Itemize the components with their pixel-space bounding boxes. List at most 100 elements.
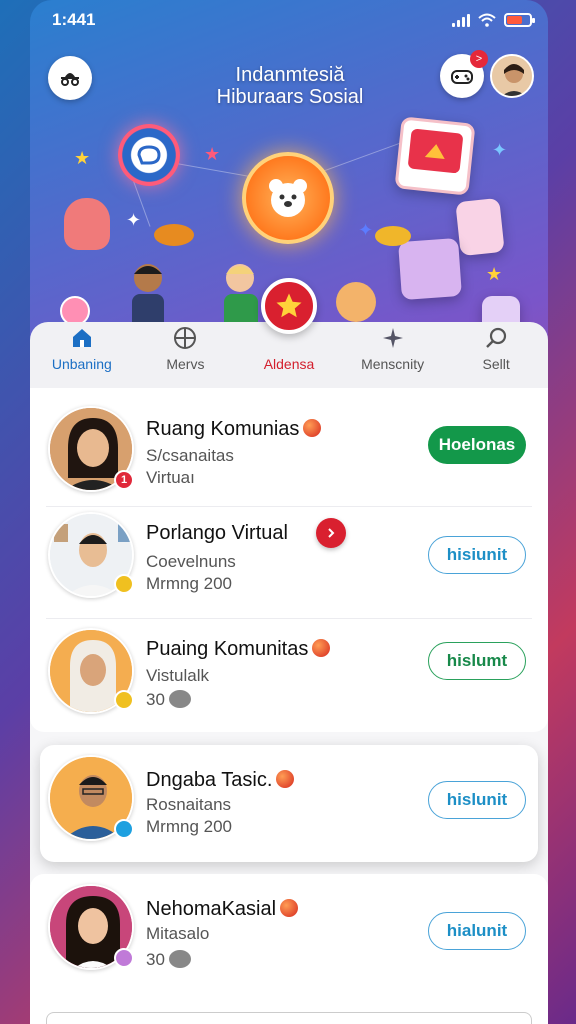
row-meta: 30 bbox=[146, 690, 191, 710]
open-arrow-button[interactable] bbox=[316, 518, 346, 548]
row-title: NehomaKasial bbox=[146, 898, 299, 921]
ufo-sticker bbox=[375, 226, 411, 246]
row-title: Puaing Komunitas bbox=[146, 638, 331, 661]
row-action-button[interactable]: hislunit bbox=[428, 781, 526, 819]
grid-icon bbox=[174, 327, 197, 349]
status-bar: 1:441 bbox=[30, 0, 548, 40]
status-badge: 1 bbox=[114, 470, 134, 490]
list-card: 1 Ruang Komunias S/csanaitas Virtuaı Hoe… bbox=[30, 388, 548, 732]
page-title-line2: Hiburaars Sosial bbox=[216, 86, 364, 108]
sparkle-icon: ★ bbox=[204, 144, 221, 164]
row-action-button[interactable]: hisiunit bbox=[428, 536, 526, 574]
row-meta-text: 30 bbox=[146, 690, 165, 709]
tab-menus[interactable]: Mervs bbox=[137, 326, 233, 372]
list-item[interactable]: NehomaKasial Mitasalo 30 hialunit bbox=[30, 874, 548, 986]
gamepad-icon bbox=[451, 70, 473, 84]
row-action-button[interactable]: hislumt bbox=[428, 642, 526, 680]
tab-community[interactable]: Menscnity bbox=[345, 326, 441, 372]
status-time: 1:441 bbox=[52, 10, 96, 29]
sparkle-icon: ✦ bbox=[358, 220, 374, 240]
tab-label: Mervs bbox=[166, 356, 205, 372]
notification-badge: > bbox=[470, 50, 488, 68]
row-subtitle: S/csanaitas bbox=[146, 446, 234, 465]
status-badge bbox=[114, 574, 134, 594]
status-badge bbox=[114, 948, 134, 968]
sticker-icon bbox=[168, 690, 191, 708]
tab-label: Unbaning bbox=[51, 356, 112, 372]
kid-figure-icon bbox=[132, 264, 164, 330]
page-title-line1: Indanmtesiă bbox=[235, 64, 345, 86]
row-title-text: Ruang Komunias bbox=[146, 418, 300, 440]
list-card-highlighted[interactable]: Dngaba Tasic. Rosnaitans Mrmng 200 hislu… bbox=[40, 745, 538, 862]
row-title: Ruang Komunias bbox=[146, 418, 322, 441]
row-title: Dngaba Tasic. bbox=[146, 769, 295, 792]
avatar-person-icon bbox=[492, 56, 532, 96]
sticker-icon bbox=[168, 950, 191, 968]
page-title: Indanmtesiă Hiburaars Sosial bbox=[160, 64, 420, 108]
chevron-right-icon bbox=[328, 528, 335, 538]
row-title-text: NehomaKasial bbox=[146, 898, 277, 920]
row-action-button[interactable]: hialunit bbox=[428, 912, 526, 950]
user-avatar[interactable] bbox=[490, 54, 534, 98]
row-title: Porlango Virtual bbox=[146, 522, 288, 544]
chat-logo-icon bbox=[137, 145, 161, 165]
row-subtitle: Vistulalk bbox=[146, 666, 209, 685]
emoji-icon bbox=[276, 770, 295, 788]
incognito-icon bbox=[61, 73, 79, 86]
row-subtitle: Rosnaitans bbox=[146, 795, 232, 814]
mascot-icon bbox=[242, 152, 334, 244]
bottom-input-edge bbox=[46, 1012, 532, 1024]
row-meta: Virtuaı bbox=[146, 468, 195, 487]
tab-featured[interactable]: Aldensa bbox=[241, 278, 337, 372]
status-icons bbox=[452, 13, 535, 27]
list-item[interactable]: Puaing Komunitas Vistulalk 30 hislumt bbox=[30, 620, 548, 732]
sparkle-icon: ★ bbox=[74, 148, 91, 168]
tab-bar: Unbaning Mervs Aldensa Menscnity Sellt bbox=[30, 278, 548, 388]
emoji-icon bbox=[280, 899, 299, 917]
tab-label: Sellt bbox=[482, 356, 510, 372]
play-panel bbox=[407, 128, 464, 174]
play-icon bbox=[424, 144, 445, 160]
tab-home[interactable]: Unbaning bbox=[34, 326, 130, 372]
row-meta: Mrmng 200 bbox=[146, 817, 232, 836]
sparkle-icon: ✦ bbox=[126, 210, 142, 230]
row-meta-text: 30 bbox=[146, 950, 165, 969]
list-item[interactable]: Dngaba Tasic. Rosnaitans Mrmng 200 hislu… bbox=[40, 745, 538, 857]
battery-icon bbox=[504, 13, 535, 27]
community-list: 1 Ruang Komunias S/csanaitas Virtuaı Hoe… bbox=[30, 388, 548, 1024]
sparkle-icon: ✦ bbox=[492, 140, 508, 160]
social-app-icon bbox=[118, 124, 180, 186]
signal-icon bbox=[452, 13, 470, 27]
row-meta: 30 bbox=[146, 950, 191, 970]
emoji-icon bbox=[312, 639, 331, 657]
status-badge bbox=[114, 690, 134, 710]
list-item[interactable]: 1 Ruang Komunias S/csanaitas Virtuaı Hoe… bbox=[30, 396, 548, 508]
emoji-icon bbox=[303, 419, 322, 437]
row-action-button[interactable]: Hoelonas bbox=[428, 426, 526, 464]
profile-menu-button[interactable] bbox=[48, 56, 92, 100]
tab-search[interactable]: Sellt bbox=[448, 326, 544, 372]
wifi-icon bbox=[478, 13, 496, 27]
featured-button[interactable] bbox=[260, 278, 317, 334]
games-button[interactable]: > bbox=[440, 50, 488, 98]
row-subtitle: Mitasalo bbox=[146, 924, 210, 943]
divider bbox=[46, 618, 532, 619]
kid-sticker bbox=[116, 254, 180, 330]
bear-face-icon bbox=[269, 179, 307, 217]
status-badge bbox=[114, 819, 134, 839]
row-title-text: Puaing Komunitas bbox=[146, 638, 309, 660]
row-meta: Mrmng 200 bbox=[146, 574, 232, 593]
home-icon bbox=[72, 329, 91, 347]
animal-sticker bbox=[336, 282, 376, 322]
row-subtitle: Coevelnuns bbox=[146, 552, 236, 571]
ufo-sticker bbox=[154, 224, 194, 246]
app-screen: 1:441 Indanmtesiă Hiburaars Sosial > ★ ★… bbox=[30, 0, 548, 1024]
photo-card bbox=[398, 237, 462, 301]
creature-sticker bbox=[64, 198, 110, 250]
list-item[interactable]: Porlango Virtual Coevelnuns Mrmng 200 hi… bbox=[30, 506, 548, 618]
tab-label: Menscnity bbox=[361, 356, 425, 372]
search-icon bbox=[486, 327, 507, 348]
star-burst-icon bbox=[382, 328, 403, 348]
star-icon bbox=[276, 293, 302, 318]
photo-card bbox=[455, 197, 505, 257]
